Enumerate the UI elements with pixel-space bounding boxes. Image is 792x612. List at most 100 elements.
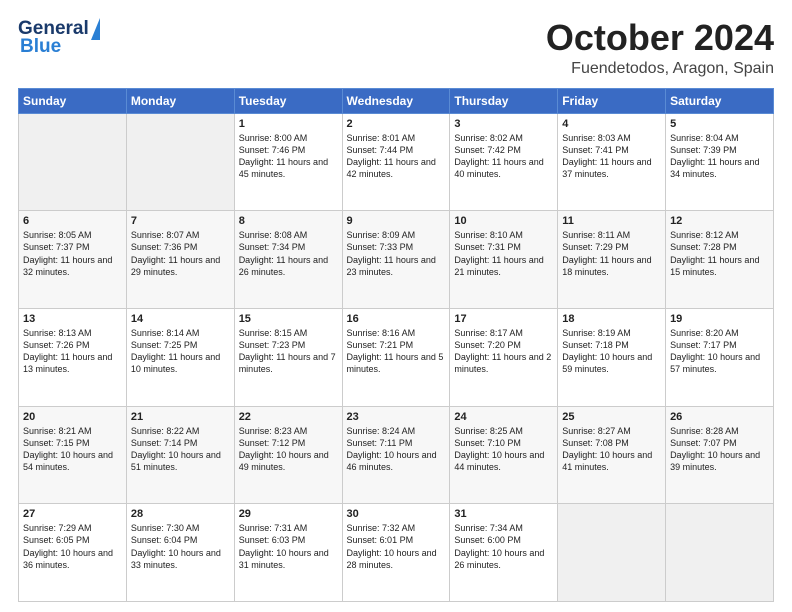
day-number: 30 [347,508,446,520]
calendar-cell: 16 Sunrise: 8:16 AMSunset: 7:21 PMDayligh… [342,308,450,406]
cell-info: Sunrise: 8:13 AMSunset: 7:26 PMDaylight:… [23,327,122,376]
cell-info: Sunrise: 7:31 AMSunset: 6:03 PMDaylight:… [239,522,338,571]
calendar-week-0: 1Sunrise: 8:00 AMSunset: 7:46 PMDaylight… [19,113,774,211]
cell-info: Sunrise: 7:34 AMSunset: 6:00 PMDaylight:… [454,522,553,571]
day-number: 4 [562,118,661,130]
logo-blue-text: Blue [20,36,61,58]
day-number: 23 [347,411,446,423]
weekday-header-thursday: Thursday [450,88,558,113]
calendar-cell: 31 Sunrise: 7:34 AMSunset: 6:00 PMDayligh… [450,504,558,602]
cell-info: Sunrise: 8:22 AMSunset: 7:14 PMDaylight:… [131,425,230,474]
calendar-cell: 2 Sunrise: 8:01 AMSunset: 7:44 PMDaylight… [342,113,450,211]
location-title: Fuendetodos, Aragon, Spain [546,60,774,78]
logo: General Blue [18,18,100,58]
day-number: 5 [670,118,769,130]
calendar-cell: 1Sunrise: 8:00 AMSunset: 7:46 PMDaylight… [234,113,342,211]
calendar-week-4: 27 Sunrise: 7:29 AMSunset: 6:05 PMDayligh… [19,504,774,602]
calendar-cell: 27 Sunrise: 7:29 AMSunset: 6:05 PMDayligh… [19,504,127,602]
weekday-header-tuesday: Tuesday [234,88,342,113]
logo-triangle-icon [91,18,100,40]
calendar-cell: 3 Sunrise: 8:02 AMSunset: 7:42 PMDaylight… [450,113,558,211]
cell-info: Sunrise: 8:08 AMSunset: 7:34 PMDaylight:… [239,229,338,278]
cell-info: Sunrise: 8:23 AMSunset: 7:12 PMDaylight:… [239,425,338,474]
calendar-table: SundayMondayTuesdayWednesdayThursdayFrid… [18,88,774,602]
cell-info: Sunrise: 8:15 AMSunset: 7:23 PMDaylight:… [239,327,338,376]
calendar-cell: 28 Sunrise: 7:30 AMSunset: 6:04 PMDayligh… [126,504,234,602]
cell-info: Sunrise: 7:29 AMSunset: 6:05 PMDaylight:… [23,522,122,571]
calendar-cell: 20 Sunrise: 8:21 AMSunset: 7:15 PMDayligh… [19,406,127,504]
day-number: 8 [239,215,338,227]
calendar-cell: 7 Sunrise: 8:07 AMSunset: 7:36 PMDaylight… [126,211,234,309]
day-number: 28 [131,508,230,520]
cell-info: Sunrise: 8:16 AMSunset: 7:21 PMDaylight:… [347,327,446,376]
header: General Blue October 2024 Fuendetodos, A… [18,18,774,78]
calendar-cell: 23 Sunrise: 8:24 AMSunset: 7:11 PMDayligh… [342,406,450,504]
calendar-cell: 29 Sunrise: 7:31 AMSunset: 6:03 PMDayligh… [234,504,342,602]
weekday-header-sunday: Sunday [19,88,127,113]
calendar-week-3: 20 Sunrise: 8:21 AMSunset: 7:15 PMDayligh… [19,406,774,504]
cell-info: Sunrise: 8:10 AMSunset: 7:31 PMDaylight:… [454,229,553,278]
day-number: 29 [239,508,338,520]
cell-info: Sunrise: 8:09 AMSunset: 7:33 PMDaylight:… [347,229,446,278]
calendar-cell: 10 Sunrise: 8:10 AMSunset: 7:31 PMDayligh… [450,211,558,309]
day-number: 3 [454,118,553,130]
weekday-header-monday: Monday [126,88,234,113]
day-number: 22 [239,411,338,423]
calendar-cell: 24 Sunrise: 8:25 AMSunset: 7:10 PMDayligh… [450,406,558,504]
day-number: 20 [23,411,122,423]
cell-info: Sunrise: 8:19 AMSunset: 7:18 PMDaylight:… [562,327,661,376]
calendar-cell: 21 Sunrise: 8:22 AMSunset: 7:14 PMDayligh… [126,406,234,504]
day-number: 24 [454,411,553,423]
day-number: 7 [131,215,230,227]
calendar-week-1: 6 Sunrise: 8:05 AMSunset: 7:37 PMDaylight… [19,211,774,309]
day-number: 31 [454,508,553,520]
cell-info: Sunrise: 7:32 AMSunset: 6:01 PMDaylight:… [347,522,446,571]
cell-info: Sunrise: 8:07 AMSunset: 7:36 PMDaylight:… [131,229,230,278]
cell-info: Sunrise: 8:05 AMSunset: 7:37 PMDaylight:… [23,229,122,278]
calendar-cell: 4 Sunrise: 8:03 AMSunset: 7:41 PMDaylight… [558,113,666,211]
cell-info: Sunrise: 8:03 AMSunset: 7:41 PMDaylight:… [562,132,661,181]
day-number: 27 [23,508,122,520]
calendar-cell: 30 Sunrise: 7:32 AMSunset: 6:01 PMDayligh… [342,504,450,602]
calendar-week-2: 13 Sunrise: 8:13 AMSunset: 7:26 PMDayligh… [19,308,774,406]
calendar-cell [666,504,774,602]
title-block: October 2024 Fuendetodos, Aragon, Spain [546,18,774,78]
calendar-cell: 15 Sunrise: 8:15 AMSunset: 7:23 PMDayligh… [234,308,342,406]
day-number: 26 [670,411,769,423]
cell-info: Sunrise: 8:17 AMSunset: 7:20 PMDaylight:… [454,327,553,376]
day-number: 13 [23,313,122,325]
day-number: 21 [131,411,230,423]
cell-info: Sunrise: 7:30 AMSunset: 6:04 PMDaylight:… [131,522,230,571]
calendar-cell: 26Sunrise: 8:28 AMSunset: 7:07 PMDayligh… [666,406,774,504]
weekday-header-wednesday: Wednesday [342,88,450,113]
cell-info: Sunrise: 8:20 AMSunset: 7:17 PMDaylight:… [670,327,769,376]
cell-info: Sunrise: 8:24 AMSunset: 7:11 PMDaylight:… [347,425,446,474]
day-number: 19 [670,313,769,325]
calendar-cell: 6 Sunrise: 8:05 AMSunset: 7:37 PMDaylight… [19,211,127,309]
calendar-cell [126,113,234,211]
calendar-cell: 9Sunrise: 8:09 AMSunset: 7:33 PMDaylight… [342,211,450,309]
day-number: 25 [562,411,661,423]
calendar-cell: 22 Sunrise: 8:23 AMSunset: 7:12 PMDayligh… [234,406,342,504]
calendar-cell: 13 Sunrise: 8:13 AMSunset: 7:26 PMDayligh… [19,308,127,406]
calendar-cell: 12Sunrise: 8:12 AMSunset: 7:28 PMDayligh… [666,211,774,309]
page: General Blue October 2024 Fuendetodos, A… [0,0,792,612]
day-number: 15 [239,313,338,325]
day-number: 2 [347,118,446,130]
cell-info: Sunrise: 8:21 AMSunset: 7:15 PMDaylight:… [23,425,122,474]
cell-info: Sunrise: 8:11 AMSunset: 7:29 PMDaylight:… [562,229,661,278]
cell-info: Sunrise: 8:25 AMSunset: 7:10 PMDaylight:… [454,425,553,474]
calendar-cell: 17Sunrise: 8:17 AMSunset: 7:20 PMDayligh… [450,308,558,406]
cell-info: Sunrise: 8:14 AMSunset: 7:25 PMDaylight:… [131,327,230,376]
cell-info: Sunrise: 8:01 AMSunset: 7:44 PMDaylight:… [347,132,446,181]
day-number: 6 [23,215,122,227]
month-title: October 2024 [546,18,774,58]
cell-info: Sunrise: 8:02 AMSunset: 7:42 PMDaylight:… [454,132,553,181]
day-number: 16 [347,313,446,325]
day-number: 12 [670,215,769,227]
day-number: 14 [131,313,230,325]
weekday-header-friday: Friday [558,88,666,113]
weekday-header-saturday: Saturday [666,88,774,113]
day-number: 10 [454,215,553,227]
calendar-cell [19,113,127,211]
